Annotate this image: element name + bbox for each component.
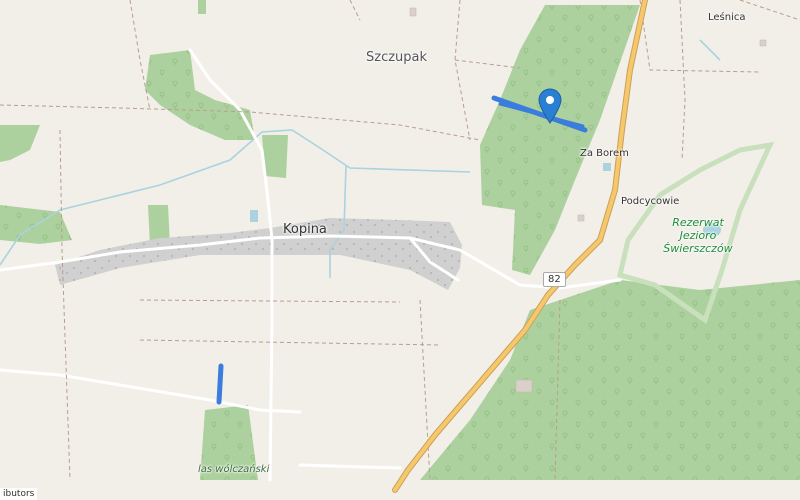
label-szczupak[interactable]: Szczupak <box>366 50 427 65</box>
map-pin-icon[interactable] <box>538 88 562 124</box>
label-las-wolczanski[interactable]: las wólczański <box>198 464 269 475</box>
label-lesnica[interactable]: Leśnica <box>708 12 746 23</box>
forest-za-borem <box>480 5 640 275</box>
map-attribution[interactable]: ibutors <box>0 488 38 500</box>
label-podcycowie[interactable]: Podcycowie <box>621 196 679 207</box>
map-view[interactable]: Szczupak Leśnica Za Borem Podcycowie Kop… <box>0 0 800 500</box>
reserve-line-3: Świerszczów <box>663 242 733 255</box>
label-reserve[interactable]: Rezerwat Jezioro Świerszczów <box>658 216 738 255</box>
label-kopina[interactable]: Kopina <box>283 222 327 237</box>
reserve-line-2: Jezioro <box>679 229 717 242</box>
road-shield-82: 82 <box>543 272 566 287</box>
reserve-line-1: Rezerwat <box>672 216 724 229</box>
forest-south-east <box>420 280 800 480</box>
label-za-borem[interactable]: Za Borem <box>580 148 629 159</box>
